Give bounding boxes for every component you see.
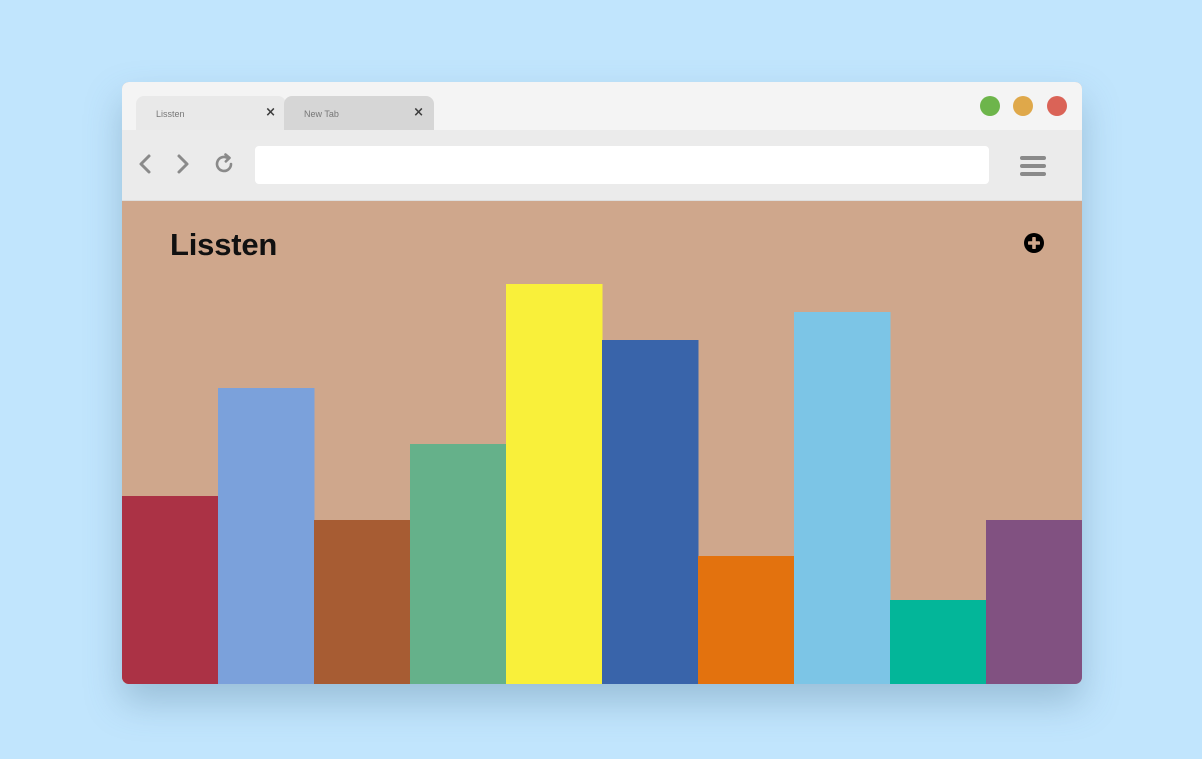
- close-tab-icon[interactable]: ×: [265, 105, 276, 120]
- close-window-button[interactable]: [1047, 96, 1067, 116]
- chart-bar-1: [122, 496, 219, 684]
- chart-bar-8: [794, 312, 891, 684]
- tab-new-tab[interactable]: New Tab ×: [284, 96, 434, 130]
- hamburger-menu-icon: [1020, 156, 1046, 176]
- chart-bar-2: [218, 388, 315, 684]
- tab-lissten[interactable]: Lissten ×: [136, 96, 286, 130]
- address-bar[interactable]: [255, 146, 989, 184]
- chart-bar-10: [986, 520, 1082, 684]
- chevron-left-icon: [139, 154, 151, 174]
- close-tab-icon[interactable]: ×: [413, 105, 424, 120]
- page-content: Lissten: [122, 201, 1082, 684]
- add-button[interactable]: [1022, 231, 1046, 255]
- forward-button[interactable]: [170, 152, 194, 176]
- browser-toolbar: [122, 130, 1082, 201]
- back-button[interactable]: [134, 152, 158, 176]
- chart-bar-5: [506, 284, 603, 684]
- tab-label: Lissten: [156, 109, 185, 119]
- chart-bar-3: [314, 520, 411, 684]
- tab-strip: Lissten × New Tab ×: [122, 82, 1082, 130]
- browser-menu-button[interactable]: [1019, 154, 1047, 178]
- chevron-right-icon: [177, 154, 189, 174]
- browser-window: Lissten × New Tab × Lissten: [122, 82, 1082, 684]
- tab-label: New Tab: [304, 109, 339, 119]
- minimize-window-button[interactable]: [1013, 96, 1033, 116]
- chart-bar-9: [890, 600, 987, 684]
- page-title: Lissten: [170, 227, 278, 262]
- chart-bar-7: [698, 556, 795, 684]
- reload-icon: [215, 153, 233, 173]
- chart-bar-4: [410, 444, 507, 684]
- chart-bar-6: [602, 340, 699, 684]
- maximize-window-button[interactable]: [980, 96, 1000, 116]
- reload-button[interactable]: [212, 152, 236, 176]
- bar-chart: [122, 284, 1082, 684]
- plus-circle-icon: [1024, 233, 1044, 253]
